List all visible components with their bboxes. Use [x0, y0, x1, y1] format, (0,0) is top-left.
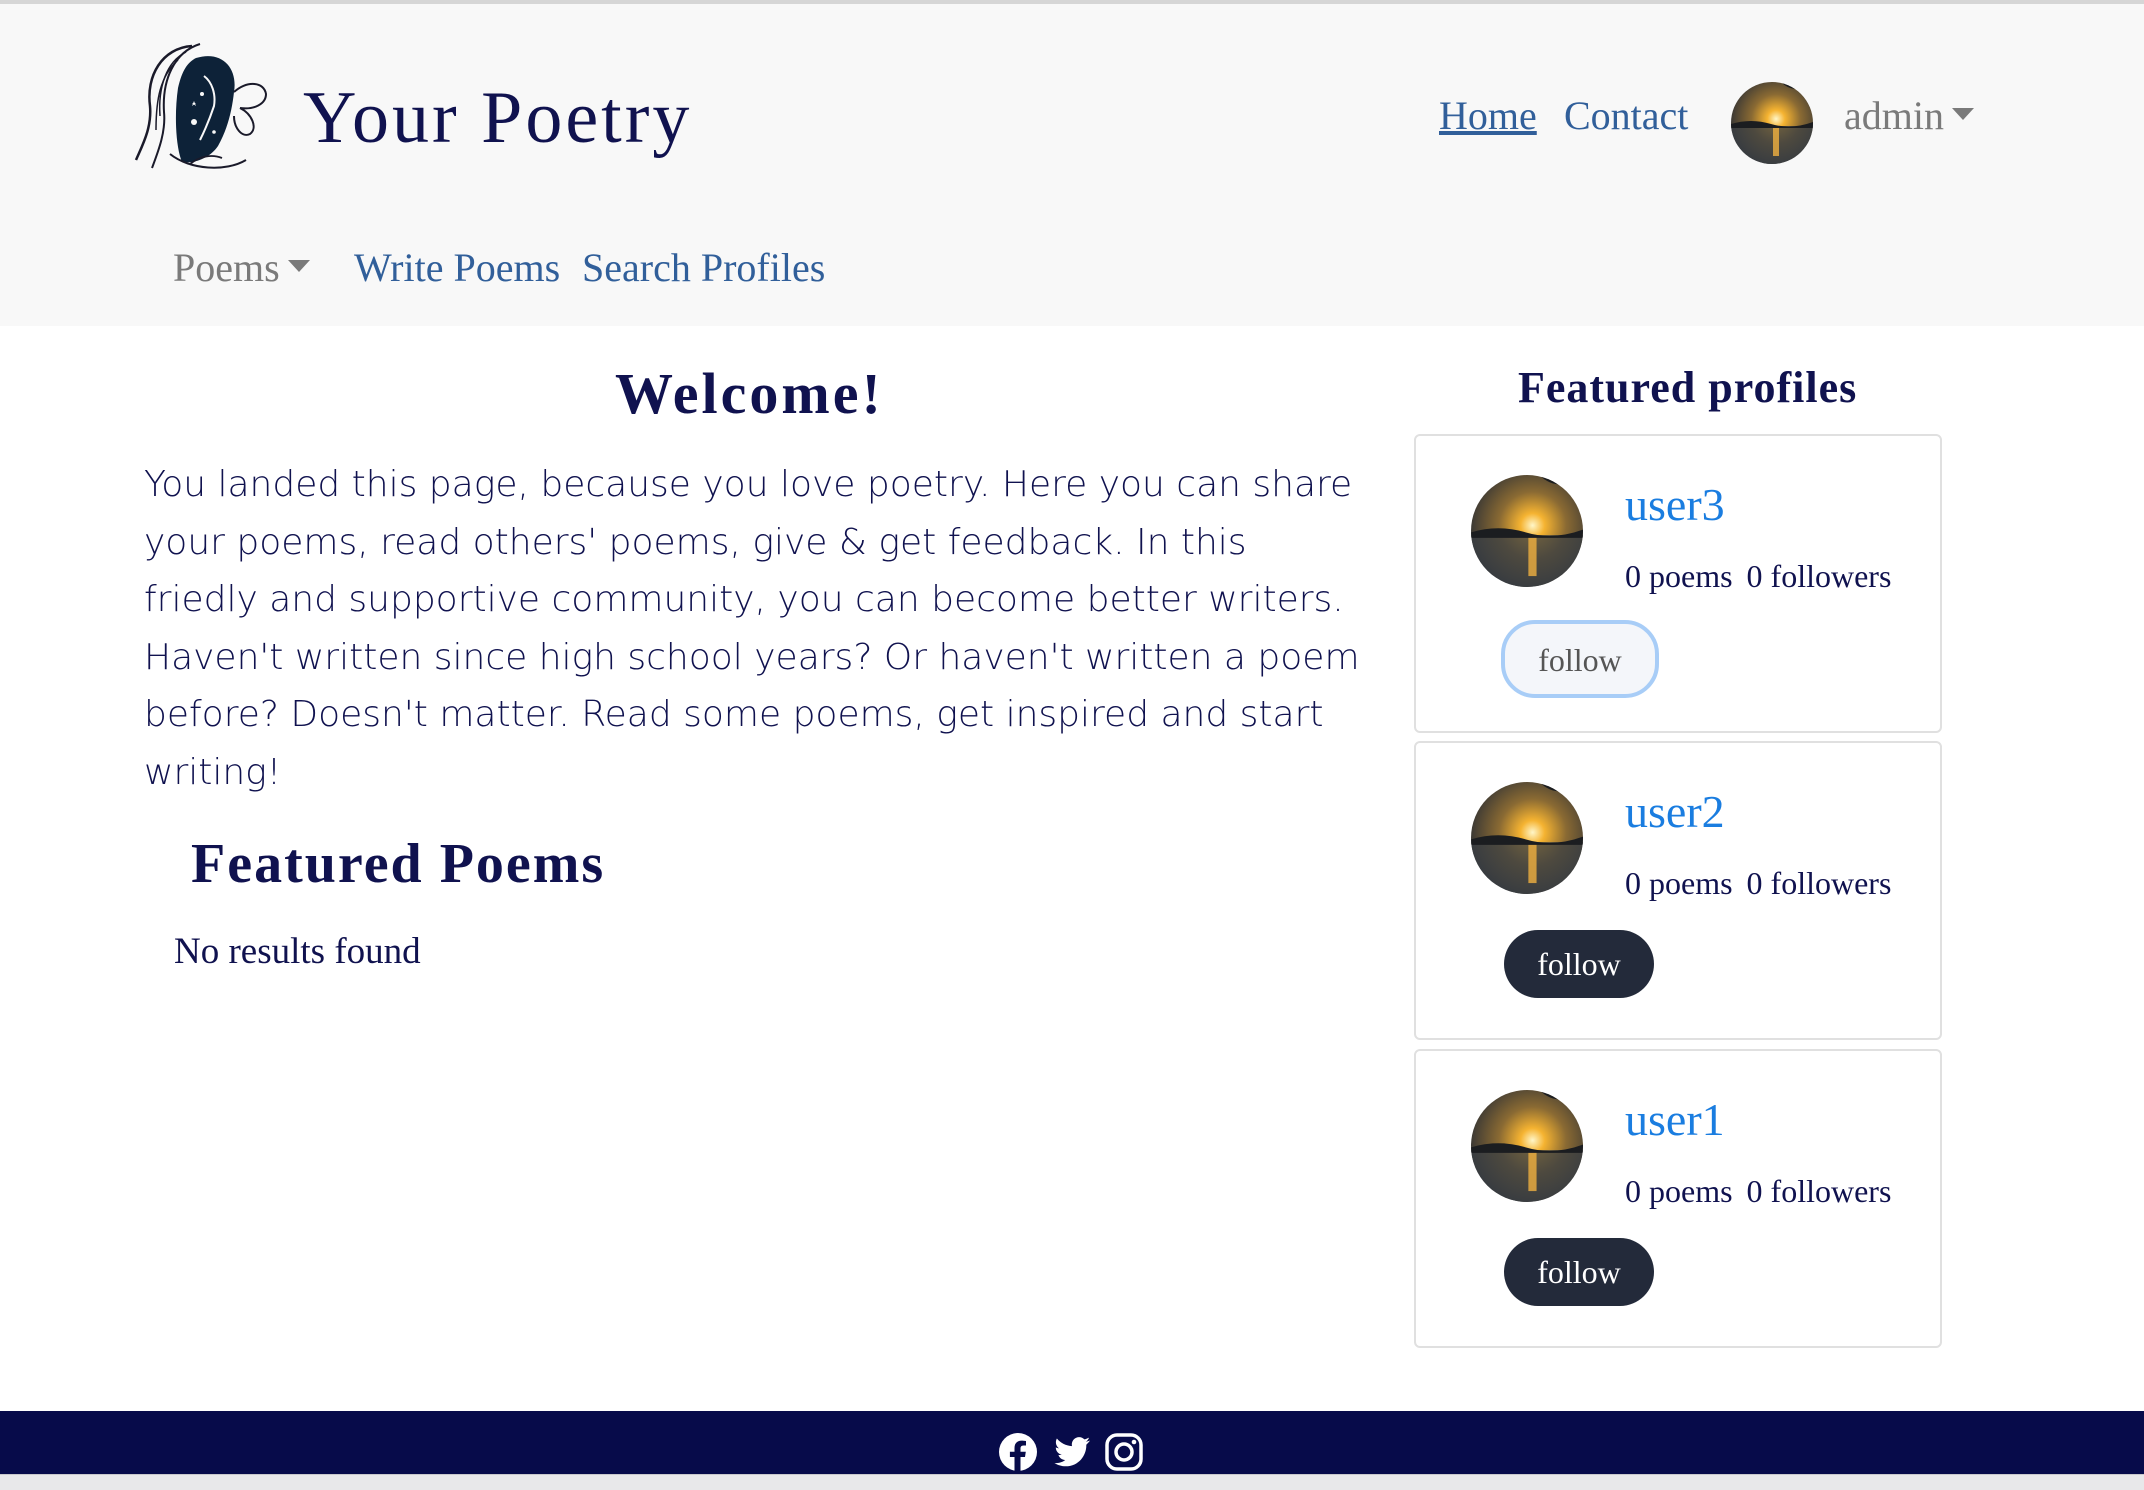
follow-button[interactable]: follow — [1504, 1238, 1654, 1306]
profile-name-link[interactable]: user1 — [1625, 1093, 1725, 1146]
search-profiles-link[interactable]: Search Profiles — [582, 244, 825, 291]
navbar: Your Poetry Home Contact admin Poems Wri… — [0, 4, 2144, 326]
chevron-down-icon — [287, 259, 310, 272]
no-results-text: No results found — [174, 931, 421, 972]
nav-contact-link[interactable]: Contact — [1564, 92, 1688, 139]
poems-label: Poems — [173, 245, 280, 290]
profile-avatar[interactable] — [1471, 475, 1583, 587]
intro-paragraph: You landed this page, because you love p… — [144, 464, 1360, 793]
twitter-icon[interactable] — [1052, 1432, 1092, 1472]
poems-count: 0 poems — [1625, 1173, 1733, 1209]
admin-label: admin — [1844, 93, 1944, 138]
sunset-avatar-image — [1471, 1090, 1583, 1202]
user-avatar[interactable] — [1731, 82, 1813, 164]
profile-stats: 0 poems 0 followers — [1625, 865, 1891, 902]
profile-card: user1 0 poems 0 followers follow — [1414, 1049, 1942, 1348]
profile-avatar[interactable] — [1471, 1090, 1583, 1202]
profile-avatar[interactable] — [1471, 782, 1583, 894]
write-poems-link[interactable]: Write Poems — [354, 244, 560, 291]
poems-count: 0 poems — [1625, 865, 1733, 901]
sub-nav: Poems Write Poems Search Profiles — [0, 244, 2144, 304]
followers-count: 0 followers — [1746, 1173, 1892, 1209]
sunset-avatar-image — [1731, 82, 1813, 164]
browser-bottom-bar — [0, 1474, 2144, 1490]
chevron-down-icon — [1951, 107, 1974, 120]
profile-stats: 0 poems 0 followers — [1625, 1173, 1891, 1210]
featured-profiles-heading: Featured profiles — [1518, 363, 1858, 412]
nav-home-link[interactable]: Home — [1439, 92, 1537, 139]
follow-button[interactable]: follow — [1504, 930, 1654, 998]
sunset-avatar-image — [1471, 782, 1583, 894]
followers-count: 0 followers — [1746, 865, 1892, 901]
facebook-icon[interactable] — [998, 1432, 1038, 1472]
welcome-heading: Welcome! — [615, 361, 884, 426]
profile-stats: 0 poems 0 followers — [1625, 558, 1891, 595]
followers-count: 0 followers — [1746, 558, 1892, 594]
profile-card: user2 0 poems 0 followers follow — [1414, 741, 1942, 1040]
top-nav: Home Contact admin — [0, 82, 2144, 164]
follow-button[interactable]: follow — [1501, 620, 1659, 698]
featured-poems-heading: Featured Poems — [191, 833, 606, 895]
admin-dropdown-toggle[interactable]: admin — [1844, 92, 1974, 139]
poems-count: 0 poems — [1625, 558, 1733, 594]
profile-name-link[interactable]: user2 — [1625, 785, 1725, 838]
instagram-icon[interactable] — [1104, 1432, 1144, 1472]
profile-card: user3 0 poems 0 followers follow — [1414, 434, 1942, 733]
profile-name-link[interactable]: user3 — [1625, 478, 1725, 531]
sunset-avatar-image — [1471, 475, 1583, 587]
poems-dropdown-toggle[interactable]: Poems — [173, 244, 310, 291]
